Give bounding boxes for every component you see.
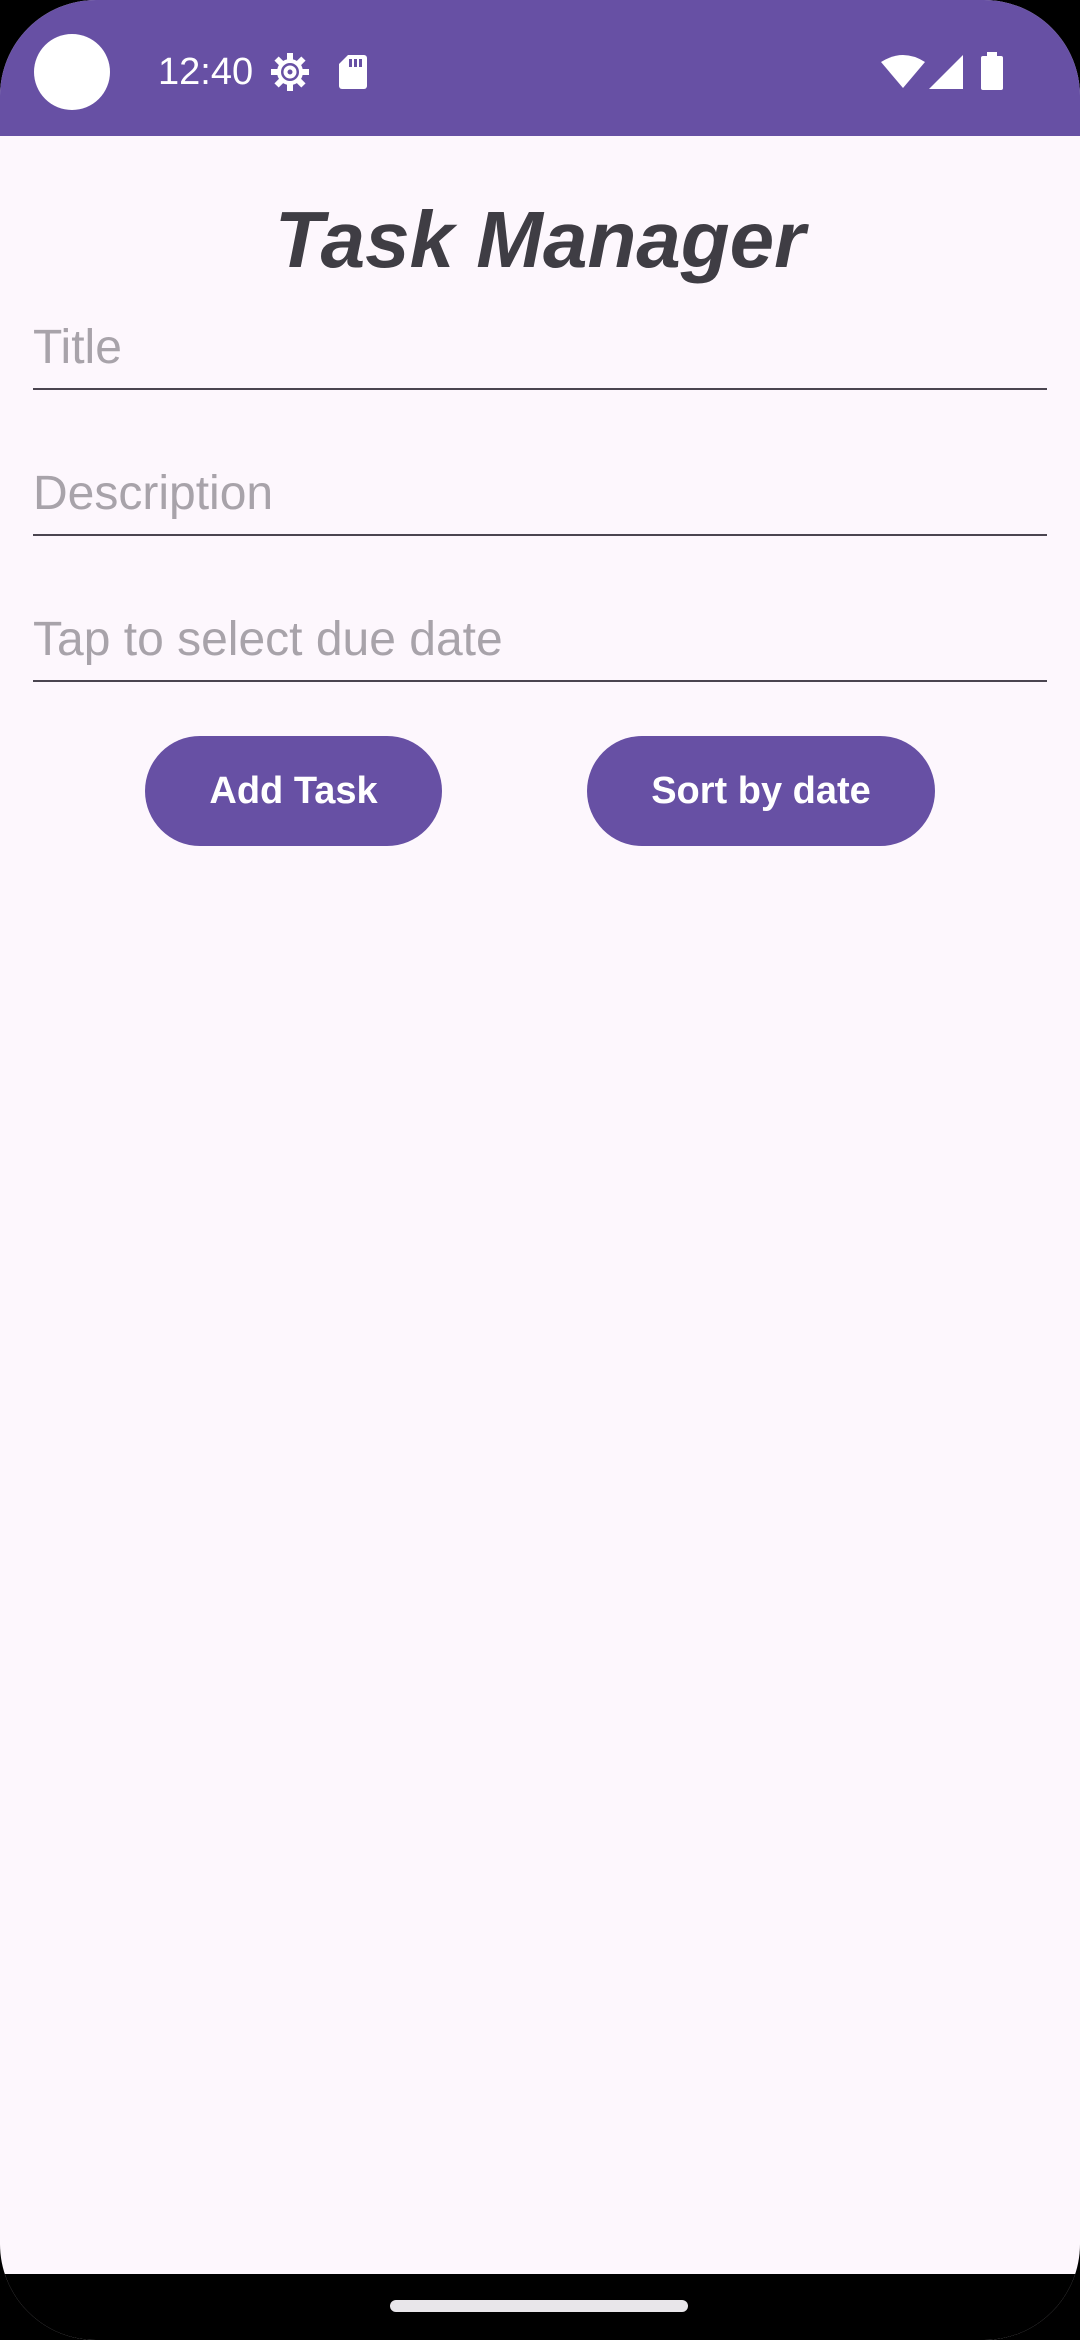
due-date-input[interactable] [33,606,1047,672]
title-input[interactable] [33,314,1047,380]
due-date-field [33,590,1047,682]
description-field [33,444,1047,536]
home-indicator[interactable] [390,2300,688,2312]
battery-icon [981,52,1003,90]
cell-signal-icon [929,55,963,89]
wifi-icon [881,55,925,88]
status-bar: 12:40 [0,0,1080,136]
description-input[interactable] [33,460,1047,526]
sd-card-icon [339,55,367,89]
add-task-button[interactable]: Add Task [145,736,442,846]
gear-icon [271,53,309,91]
app-screen: 12:40 Task Manager Title Description Tap… [0,0,1080,2340]
sort-by-date-button[interactable]: Sort by date [587,736,935,846]
camera-cutout [34,34,110,110]
page-title: Task Manager [274,195,806,284]
title-field [33,298,1047,390]
status-time: 12:40 [158,51,254,93]
